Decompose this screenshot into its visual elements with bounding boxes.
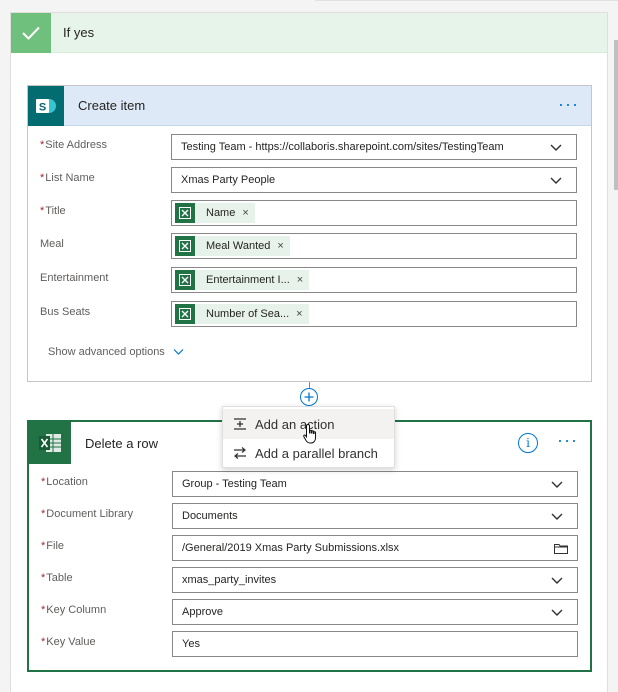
if-yes-header[interactable]: If yes [11,12,607,53]
token-label: Meal Wanted [206,240,271,252]
excel-icon [175,236,195,256]
field-label: Meal [40,238,64,250]
chevron-down-icon [551,481,563,488]
add-action-icon [234,418,246,430]
dynamic-token[interactable]: Entertainment I... × [175,270,310,290]
advanced-label: Show advanced options [48,346,165,358]
excel-icon [175,304,195,324]
field-label: Table [46,572,73,584]
show-advanced-options-link[interactable]: Show advanced options [48,346,184,358]
chevron-down-icon [550,144,562,151]
location-dropdown[interactable]: Group - Testing Team [172,471,578,497]
bus-seats-input[interactable]: Number of Sea... × [171,301,577,327]
field-label: Title [45,205,66,217]
chevron-down-icon [551,577,563,584]
table-dropdown[interactable]: xmas_party_invites [172,567,578,593]
field-label: Bus Seats [40,306,91,318]
field-key-value: *Key Value Yes [29,631,590,657]
delete-row-more-button[interactable]: ··· [557,431,578,449]
field-label: Site Address [45,139,108,151]
top-divider [315,0,618,1]
field-label: Document Library [46,508,134,520]
scrollbar[interactable] [614,40,618,190]
menu-item-label: Add an action [255,416,335,432]
insert-step-button[interactable] [300,388,318,406]
checkmark-icon [11,12,51,53]
create-item-header[interactable]: S Create item ··· [28,85,591,126]
info-icon[interactable]: i [518,433,538,453]
key-column-dropdown[interactable]: Approve [172,599,578,625]
create-item-card: S Create item ··· *Site Address Testing … [27,85,592,382]
create-item-title: Create item [78,98,146,113]
entertainment-input[interactable]: Entertainment I... × [171,267,577,293]
plus-icon [304,392,314,402]
dynamic-token[interactable]: Meal Wanted × [175,236,290,256]
create-item-more-button[interactable]: ··· [558,95,579,113]
meal-input[interactable]: Meal Wanted × [171,233,577,259]
delete-row-title: Delete a row [85,435,158,451]
parallel-branch-icon [234,447,246,459]
field-meal: Meal Meal Wanted × [28,233,591,259]
field-value: Yes [182,638,200,650]
field-entertainment: Entertainment Entertainment I... × [28,267,591,293]
excel-icon [175,203,195,223]
field-site-address: *Site Address Testing Team - https://col… [28,134,591,160]
document-library-dropdown[interactable]: Documents [172,503,578,529]
field-value: Approve [182,606,223,618]
field-value: Testing Team - https://collaboris.sharep… [181,141,504,153]
token-label: Number of Sea... [206,308,290,320]
remove-token-icon[interactable]: × [277,240,283,252]
field-value: xmas_party_invites [182,574,277,586]
chevron-down-icon [551,609,563,616]
field-value: /General/2019 Xmas Party Submissions.xls… [182,542,400,554]
field-label: Key Column [46,604,107,616]
field-document-library: *Document Library Documents [29,503,590,529]
chevron-down-icon [551,513,563,520]
menu-item-label: Add a parallel branch [255,445,378,461]
file-picker-input[interactable]: /General/2019 Xmas Party Submissions.xls… [172,535,578,561]
remove-token-icon[interactable]: × [297,274,303,286]
chevron-down-icon [550,177,562,184]
dynamic-token[interactable]: Number of Sea... × [175,304,309,324]
field-key-column: *Key Column Approve [29,599,590,625]
token-label: Entertainment I... [206,274,290,286]
svg-text:S: S [39,101,46,113]
field-value: Group - Testing Team [182,478,287,490]
field-value: Documents [182,510,238,522]
site-address-dropdown[interactable]: Testing Team - https://collaboris.sharep… [171,134,577,160]
folder-icon[interactable] [554,543,568,554]
field-label: File [46,540,65,552]
field-bus-seats: Bus Seats Number of Sea... × [28,301,591,327]
sharepoint-icon: S [28,85,64,126]
excel-icon [29,422,71,464]
hand-cursor-icon [303,423,316,444]
field-label: Key Value [46,636,96,648]
dynamic-token[interactable]: Name × [175,203,255,223]
field-title: *Title Name × [28,200,591,226]
excel-icon [175,270,195,290]
chevron-down-icon [173,349,184,355]
remove-token-icon[interactable]: × [296,308,302,320]
token-label: Name [206,207,236,219]
field-label: List Name [45,172,95,184]
list-name-dropdown[interactable]: Xmas Party People [171,167,577,193]
field-table: *Table xmas_party_invites [29,567,590,593]
field-label: Location [46,476,88,488]
field-label: Entertainment [40,272,109,284]
key-value-input[interactable]: Yes [172,631,578,657]
title-input[interactable]: Name × [171,200,577,226]
field-list-name: *List Name Xmas Party People [28,167,591,193]
field-value: Xmas Party People [181,174,276,186]
remove-token-icon[interactable]: × [242,207,248,219]
field-location: *Location Group - Testing Team [29,471,590,497]
field-file: *File /General/2019 Xmas Party Submissio… [29,535,590,561]
if-yes-label: If yes [63,25,95,40]
